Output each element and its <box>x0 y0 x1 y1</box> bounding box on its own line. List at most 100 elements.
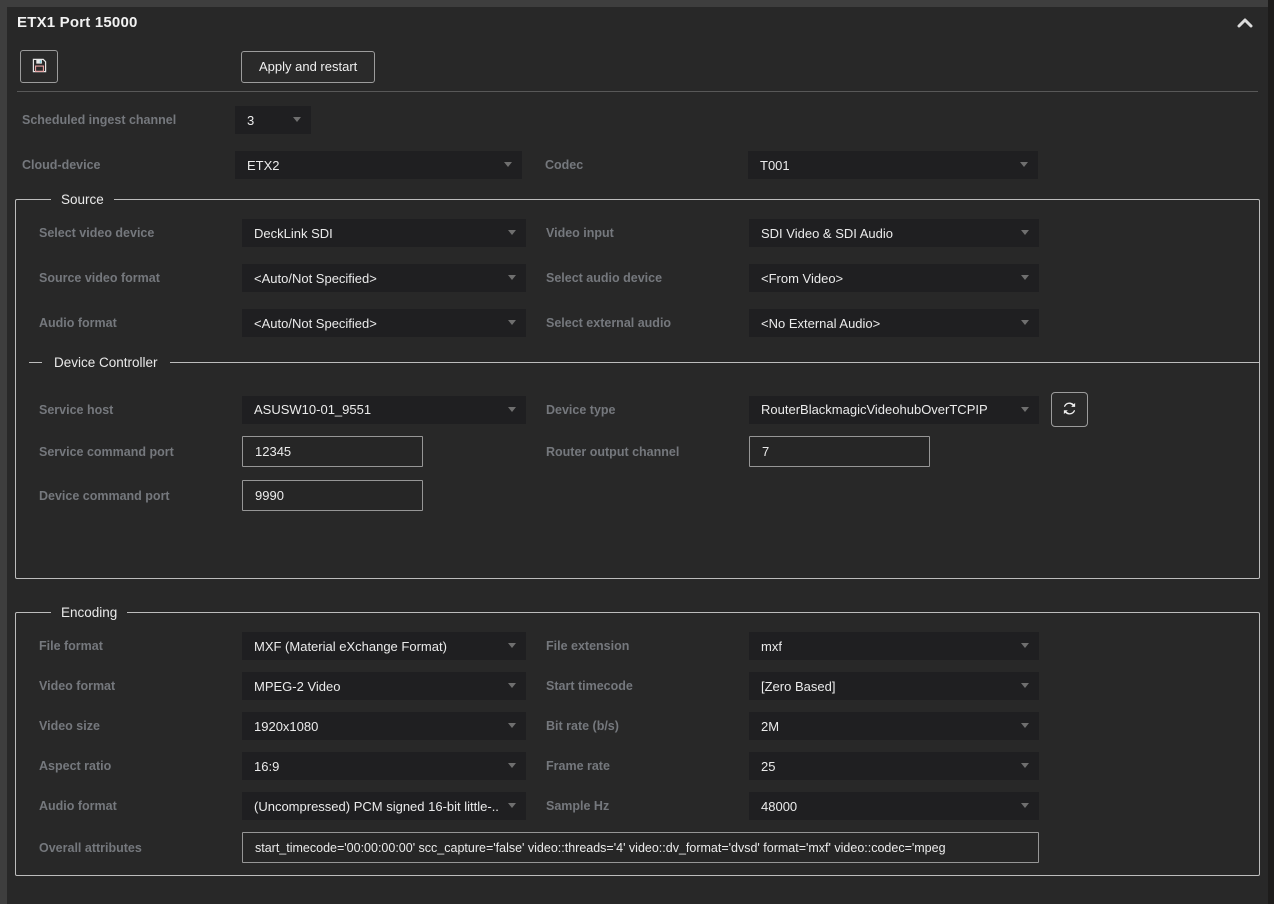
aspect-ratio-dropdown[interactable]: 16:9 <box>242 752 526 780</box>
chevron-down-icon <box>504 162 512 167</box>
chevron-down-icon <box>508 803 516 808</box>
scheduled-ingest-channel-row: Scheduled ingest channel 3 <box>7 106 1268 134</box>
save-button[interactable] <box>20 50 58 83</box>
video-format-enc-row: Video format MPEG-2 Video Start timecode… <box>39 672 1243 700</box>
select-audio-device-dropdown[interactable]: <From Video> <box>749 264 1039 292</box>
service-host-label: Service host <box>39 403 242 417</box>
cloud-device-label: Cloud-device <box>22 158 235 172</box>
file-extension-label: File extension <box>546 639 749 653</box>
device-controller-legend: Device Controller <box>54 355 158 370</box>
toolbar-divider <box>17 91 1258 92</box>
frame-rate-value: 25 <box>761 759 775 774</box>
file-format-value: MXF (Material eXchange Format) <box>254 639 447 654</box>
service-host-row: Service host ASUSW10-01_9551 Device type… <box>39 392 1243 427</box>
aspect-ratio-label: Aspect ratio <box>39 759 242 773</box>
router-output-channel-input[interactable] <box>749 436 930 467</box>
chevron-down-icon <box>1020 162 1028 167</box>
service-command-port-input[interactable] <box>242 436 423 467</box>
scheduled-ingest-channel-label: Scheduled ingest channel <box>22 113 235 127</box>
config-panel: ETX1 Port 15000 Apply and restart Schedu… <box>7 7 1268 904</box>
file-extension-value: mxf <box>761 639 782 654</box>
select-external-audio-label: Select external audio <box>546 316 749 330</box>
select-external-audio-value: <No External Audio> <box>761 316 880 331</box>
chevron-down-icon <box>1021 723 1029 728</box>
frame-rate-dropdown[interactable]: 25 <box>749 752 1039 780</box>
scheduled-ingest-channel-value: 3 <box>247 113 254 128</box>
service-host-value: ASUSW10-01_9551 <box>254 402 371 417</box>
frame-rate-label: Frame rate <box>546 759 749 773</box>
audio-format-label: Audio format <box>39 316 242 330</box>
video-size-dropdown[interactable]: 1920x1080 <box>242 712 526 740</box>
sample-hz-value: 48000 <box>761 799 797 814</box>
general-settings: Scheduled ingest channel 3 Cloud-device … <box>7 106 1268 179</box>
apply-and-restart-button[interactable]: Apply and restart <box>241 51 375 83</box>
select-audio-device-label: Select audio device <box>546 271 749 285</box>
cloud-device-dropdown[interactable]: ETX2 <box>235 151 522 179</box>
device-controller-separator: Device Controller <box>29 355 1259 370</box>
refresh-icon <box>1062 401 1077 419</box>
video-size-row: Video size 1920x1080 Bit rate (b/s) 2M <box>39 712 1243 740</box>
device-command-port-input[interactable] <box>242 480 423 511</box>
floppy-disk-icon <box>32 58 47 76</box>
overall-attributes-input[interactable] <box>242 832 1039 863</box>
refresh-device-types-button[interactable] <box>1051 392 1088 427</box>
codec-dropdown[interactable]: T001 <box>748 151 1038 179</box>
chevron-down-icon <box>1021 683 1029 688</box>
bit-rate-label: Bit rate (b/s) <box>546 719 749 733</box>
video-format-value: MPEG-2 Video <box>254 679 340 694</box>
file-format-row: File format MXF (Material eXchange Forma… <box>39 632 1243 660</box>
video-format-label: Video format <box>39 679 242 693</box>
audio-format-value: <Auto/Not Specified> <box>254 316 377 331</box>
chevron-down-icon <box>508 407 516 412</box>
cloud-device-value: ETX2 <box>247 158 280 173</box>
service-command-port-label: Service command port <box>39 445 242 459</box>
overall-attributes-label: Overall attributes <box>39 841 242 855</box>
chevron-up-icon <box>1237 16 1253 31</box>
encoding-audio-format-value: (Uncompressed) PCM signed 16-bit little-… <box>254 799 500 814</box>
file-extension-dropdown[interactable]: mxf <box>749 632 1039 660</box>
collapse-panel-button[interactable] <box>1234 13 1256 33</box>
encoding-audio-format-label: Audio format <box>39 799 242 813</box>
audio-format-dropdown[interactable]: <Auto/Not Specified> <box>242 309 526 337</box>
bit-rate-dropdown[interactable]: 2M <box>749 712 1039 740</box>
device-type-label: Device type <box>546 403 749 417</box>
video-format-dropdown[interactable]: MPEG-2 Video <box>242 672 526 700</box>
file-format-dropdown[interactable]: MXF (Material eXchange Format) <box>242 632 526 660</box>
start-timecode-dropdown[interactable]: [Zero Based] <box>749 672 1039 700</box>
aspect-ratio-row: Aspect ratio 16:9 Frame rate 25 <box>39 752 1243 780</box>
command-port-row: Service command port Router output chann… <box>39 436 1243 467</box>
source-video-format-label: Source video format <box>39 271 242 285</box>
video-format-row: Source video format <Auto/Not Specified>… <box>39 264 1243 292</box>
page-title: ETX1 Port 15000 <box>17 14 138 31</box>
start-timecode-label: Start timecode <box>546 679 749 693</box>
chevron-down-icon <box>1021 230 1029 235</box>
device-command-port-row: Device command port <box>39 480 1243 511</box>
video-input-dropdown[interactable]: SDI Video & SDI Audio <box>749 219 1039 247</box>
service-host-dropdown[interactable]: ASUSW10-01_9551 <box>242 396 526 424</box>
aspect-ratio-value: 16:9 <box>254 759 279 774</box>
select-video-device-dropdown[interactable]: DeckLink SDI <box>242 219 526 247</box>
codec-label: Codec <box>545 158 748 172</box>
chevron-down-icon <box>508 683 516 688</box>
source-section-legend: Source <box>51 192 114 207</box>
encoding-section-legend: Encoding <box>51 605 127 620</box>
select-video-device-value: DeckLink SDI <box>254 226 333 241</box>
scrollbar-track[interactable] <box>1268 0 1274 904</box>
page-edge-left <box>0 0 7 904</box>
bit-rate-value: 2M <box>761 719 779 734</box>
panel-titlebar: ETX1 Port 15000 <box>7 7 1268 37</box>
scheduled-ingest-channel-dropdown[interactable]: 3 <box>235 106 311 134</box>
video-input-value: SDI Video & SDI Audio <box>761 226 893 241</box>
chevron-down-icon <box>508 320 516 325</box>
encoding-audio-format-dropdown[interactable]: (Uncompressed) PCM signed 16-bit little-… <box>242 792 526 820</box>
select-video-device-label: Select video device <box>39 226 242 240</box>
chevron-down-icon <box>508 230 516 235</box>
chevron-down-icon <box>293 117 301 122</box>
device-type-dropdown[interactable]: RouterBlackmagicVideohubOverTCPIP <box>749 396 1039 424</box>
video-input-label: Video input <box>546 226 749 240</box>
source-video-format-dropdown[interactable]: <Auto/Not Specified> <box>242 264 526 292</box>
video-size-label: Video size <box>39 719 242 733</box>
video-device-row: Select video device DeckLink SDI Video i… <box>39 219 1243 247</box>
select-external-audio-dropdown[interactable]: <No External Audio> <box>749 309 1039 337</box>
sample-hz-dropdown[interactable]: 48000 <box>749 792 1039 820</box>
